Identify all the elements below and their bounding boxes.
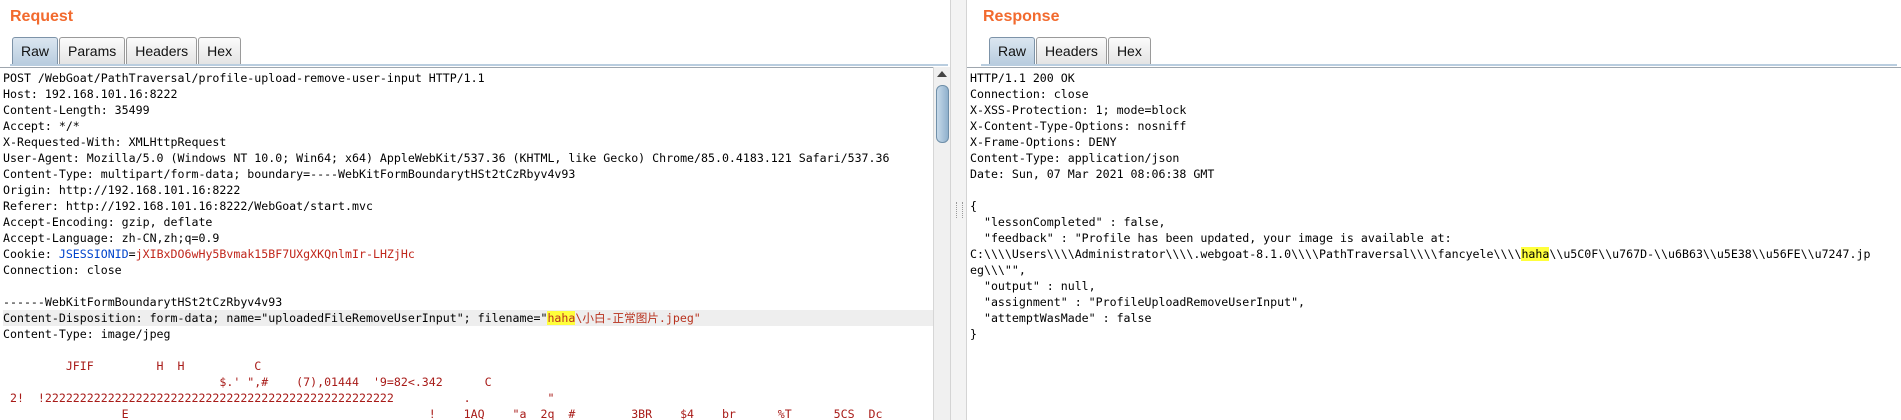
tab-headers[interactable]: Headers [1036,37,1107,64]
json-feedback-path-cont: eg\\\"", [970,263,1026,277]
content-disposition-line: Content-Disposition: form-data; name="up… [3,310,950,326]
grip-icon [956,202,963,218]
header-connection: Connection: close [970,87,1089,101]
json-assignment: "assignment" : "ProfileUploadRemoveUserI… [970,295,1306,309]
filename-rest: \小白-正常图片.jpeg" [575,311,701,325]
request-title: Request [10,8,74,25]
part-content-type: Content-Type: image/jpeg [3,327,171,341]
header-date: Date: Sun, 07 Mar 2021 08:06:38 GMT [970,167,1215,181]
binary-data-2: $.' ",# (7),01444 '9=82<.342 C [3,375,492,389]
header-user-agent: User-Agent: Mozilla/5.0 (Windows NT 10.0… [3,151,890,165]
header-frame-options: X-Frame-Options: DENY [970,135,1117,149]
json-output: "output" : null, [970,279,1096,293]
json-feedback: "feedback" : "Profile has been updated, … [970,231,1452,245]
path-highlight: haha [1521,247,1550,261]
json-lesson-completed: "lessonCompleted" : false, [970,215,1166,229]
tab-params[interactable]: Params [59,37,126,64]
json-brace-close: } [970,327,977,341]
header-cookie: Cookie: JSESSIONID=jXIBxDO6wHy5Bvmak15BF… [3,247,415,261]
tab-hex[interactable]: Hex [1107,37,1151,64]
tab-raw[interactable]: Raw [12,37,59,64]
request-line: POST /WebGoat/PathTraversal/profile-uplo… [3,71,485,85]
header-accept: Accept: */* [3,119,80,133]
response-editor[interactable]: HTTP/1.1 200 OK Connection: close X-XSS-Pr… [967,67,1901,420]
request-tabs: Raw Params Headers Hex [12,37,242,65]
request-editor[interactable]: POST /WebGoat/PathTraversal/profile-uplo… [0,67,950,420]
cookie-name: JSESSIONID [58,247,129,261]
filename-highlight: haha [547,311,576,325]
header-connection: Connection: close [3,263,122,277]
header-content-type-options: X-Content-Type-Options: nosniff [970,119,1187,133]
header-origin: Origin: http://192.168.101.16:8222 [3,183,241,197]
header-accept-language: Accept-Language: zh-CN,zh;q=0.9 [3,231,220,245]
binary-data-3: 2! !222222222222222222222222222222222222… [3,391,555,405]
response-pane: Response Raw Headers Hex HTTP/1.1 200 OK… [967,0,1901,420]
header-referer: Referer: http://192.168.101.16:8222/WebG… [3,199,373,213]
json-feedback-path: C:\\\\Users\\\\Administrator\\\\.webgoat… [970,247,1871,261]
response-tabs: Raw Headers Hex [989,37,1152,65]
binary-data-1: JFIF H H C [3,359,262,373]
request-scrollbar[interactable] [933,67,950,420]
json-brace-open: { [970,199,977,213]
status-line: HTTP/1.1 200 OK [970,71,1075,85]
split-divider[interactable] [950,0,967,420]
header-accept-encoding: Accept-Encoding: gzip, deflate [3,215,213,229]
request-pane: Request Raw Params Headers Hex POST /Web… [0,0,950,420]
tab-hex[interactable]: Hex [198,37,242,64]
response-text[interactable]: HTTP/1.1 200 OK Connection: close X-XSS-Pr… [967,68,1901,342]
header-xss-protection: X-XSS-Protection: 1; mode=block [970,103,1187,117]
header-content-length: Content-Length: 35499 [3,103,150,117]
multipart-boundary: ------WebKitFormBoundarytHSt2tCzRbyv4v93 [3,295,283,309]
response-title: Response [983,8,1060,25]
cookie-value: jXIBxDO6wHy5Bvmak15BF7UXgXKQnlmIr-LHZjHc [135,247,415,261]
request-text[interactable]: POST /WebGoat/PathTraversal/profile-uplo… [0,68,950,420]
scroll-up-icon[interactable] [937,71,947,77]
json-attempt: "attemptWasMade" : false [970,311,1152,325]
header-x-requested-with: X-Requested-With: XMLHttpRequest [3,135,227,149]
header-content-type: Content-Type: multipart/form-data; bound… [3,167,576,181]
tab-headers[interactable]: Headers [126,37,198,64]
tab-raw[interactable]: Raw [989,37,1036,64]
header-host: Host: 192.168.101.16:8222 [3,87,178,101]
scroll-thumb[interactable] [936,85,949,143]
binary-data-4: E ! 1AQ "a 2q # 3BR $4 br %T 5CS Dc [3,407,883,420]
header-content-type: Content-Type: application/json [970,151,1180,165]
